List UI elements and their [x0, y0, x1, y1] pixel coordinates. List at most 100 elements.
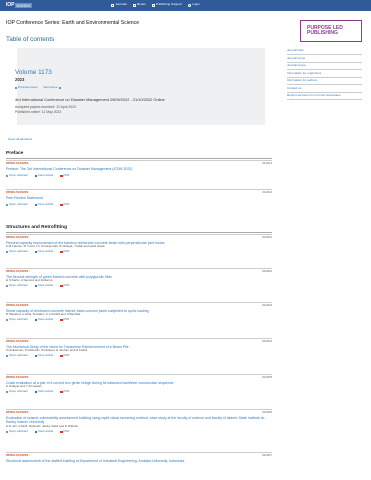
next-issue-link[interactable]: Next issue	[44, 85, 61, 90]
nav-publishing-support[interactable]: Publishing Support	[151, 2, 182, 7]
article-page-number: 011001	[262, 161, 272, 165]
divider	[6, 338, 272, 339]
open-access-badge: OPEN ACCESS	[6, 269, 29, 273]
open-abstract-link[interactable]: Open abstract	[6, 249, 28, 254]
pdf-icon	[60, 174, 63, 178]
article-icon	[34, 390, 38, 393]
pdf-icon	[60, 318, 63, 322]
sidebar-journal-scope[interactable]: Journal scope	[287, 63, 362, 71]
pdf-link[interactable]: PDF	[60, 249, 70, 254]
view-article-link[interactable]: View article	[34, 202, 53, 207]
article-icon	[34, 250, 38, 253]
open-access-badge: OPEN ACCESS	[6, 339, 29, 343]
plus-icon	[6, 174, 8, 177]
view-article-link[interactable]: View article	[34, 317, 53, 322]
article-actions: Open abstract View article PDF	[6, 429, 70, 434]
article-page-number: 012002	[261, 269, 272, 273]
open-abstract-link[interactable]: Open abstract	[6, 429, 28, 434]
article-page-number: 012004	[261, 339, 272, 343]
view-article-link[interactable]: View article	[34, 353, 53, 358]
article-icon	[34, 430, 38, 433]
open-access-badge: OPEN ACCESS	[6, 161, 29, 165]
chevron-left-icon	[15, 86, 17, 89]
divider	[6, 302, 272, 303]
article-page-number: 012006	[261, 410, 272, 414]
open-abstract-link[interactable]: Open abstract	[6, 389, 28, 394]
sidebar-reprint-services[interactable]: Reprint services from Curran Associates	[287, 93, 362, 101]
open-abstract-link[interactable]: Open abstract	[6, 317, 28, 322]
sidebar-links: Journal links Journal home Journal scope…	[287, 48, 362, 101]
article-page-number: 012001	[261, 235, 272, 239]
iop-science-logo[interactable]: IOP science	[6, 2, 32, 9]
article-title[interactable]: Evaluation of seismic vulnerability asse…	[6, 416, 268, 425]
pdf-link[interactable]: PDF	[60, 429, 70, 434]
purpose-led-publishing-ad[interactable]: PURPOSE LED PUBLISHING	[300, 20, 362, 42]
user-icon	[187, 3, 191, 7]
view-article-link[interactable]: View article	[34, 429, 53, 434]
divider	[6, 268, 272, 269]
sidebar-info-organizers[interactable]: Information for organizers	[287, 70, 362, 78]
article-icon	[34, 203, 38, 206]
article-icon	[34, 174, 38, 177]
open-all-abstracts-link[interactable]: Open all abstracts	[8, 137, 32, 142]
divider	[6, 409, 272, 410]
section-preface: Preface	[6, 151, 272, 159]
open-abstract-link[interactable]: Open abstract	[6, 353, 28, 358]
pdf-icon	[60, 354, 63, 358]
open-access-badge: OPEN ACCESS	[6, 190, 29, 194]
open-access-badge: OPEN ACCESS	[6, 410, 29, 414]
issue-navigation: Previous issue Next issue	[15, 85, 61, 90]
sidebar-contact-us[interactable]: Contact us	[287, 85, 362, 93]
divider	[6, 374, 272, 375]
volume-year: 2023	[15, 77, 25, 82]
article-actions: Open abstract View article PDF	[6, 389, 70, 394]
article-icon	[34, 318, 38, 321]
sidebar-journal-home[interactable]: Journal home	[287, 55, 362, 63]
plus-icon	[6, 203, 8, 206]
pdf-link[interactable]: PDF	[60, 283, 70, 288]
article-page-number: 011002	[262, 190, 272, 194]
open-access-badge: OPEN ACCESS	[6, 375, 29, 379]
open-access-badge: OPEN ACCESS	[6, 235, 29, 239]
article-page-number: 012007	[261, 453, 272, 457]
sidebar-journal-links[interactable]: Journal links	[287, 48, 362, 56]
article-icon	[34, 354, 38, 357]
pdf-link[interactable]: PDF	[60, 317, 70, 322]
pdf-link[interactable]: PDF	[60, 173, 70, 178]
top-navigation-bar: IOP science Journals Books Publishing Su…	[0, 0, 371, 11]
logo-science-text: science	[15, 2, 32, 9]
chevron-right-icon	[58, 86, 61, 89]
nav-books[interactable]: Books	[132, 2, 146, 7]
journals-icon	[111, 3, 114, 7]
sidebar-info-authors[interactable]: Information for authors	[287, 78, 362, 86]
open-abstract-link[interactable]: Open abstract	[6, 173, 28, 178]
article-title[interactable]: Peer Review Statement	[6, 196, 268, 200]
pdf-icon	[60, 390, 63, 394]
journal-title[interactable]: IOP Conference Series: Earth and Environ…	[6, 20, 139, 27]
article-actions: Open abstract View article PDF	[6, 283, 70, 288]
plus-icon	[6, 284, 8, 287]
plus-icon	[6, 354, 8, 357]
publishing-support-icon	[151, 3, 155, 7]
nav-login[interactable]: Login	[187, 2, 200, 7]
nav-journals[interactable]: Journals	[111, 2, 127, 7]
view-article-link[interactable]: View article	[34, 389, 53, 394]
logo-iop-text: IOP	[6, 2, 15, 9]
divider	[6, 452, 272, 453]
open-abstract-link[interactable]: Open abstract	[6, 283, 28, 288]
plus-icon	[6, 250, 8, 253]
open-access-badge: OPEN ACCESS	[6, 303, 29, 307]
open-abstract-link[interactable]: Open abstract	[6, 202, 28, 207]
ad-text: PURPOSE LED PUBLISHING	[307, 24, 343, 36]
conference-name: 3rd International Conference on Disaster…	[15, 97, 165, 102]
pdf-link[interactable]: PDF	[60, 353, 70, 358]
pdf-link[interactable]: PDF	[60, 389, 70, 394]
view-article-link[interactable]: View article	[34, 249, 53, 254]
article-title[interactable]: Structural assessment of the staffed bui…	[6, 459, 268, 463]
pdf-link[interactable]: PDF	[60, 202, 70, 207]
view-article-link[interactable]: View article	[34, 283, 53, 288]
view-article-link[interactable]: View article	[34, 173, 53, 178]
article-title[interactable]: Preface: The 3rd International Conferenc…	[6, 167, 268, 171]
divider	[6, 189, 272, 190]
previous-issue-link[interactable]: Previous issue	[15, 85, 38, 90]
